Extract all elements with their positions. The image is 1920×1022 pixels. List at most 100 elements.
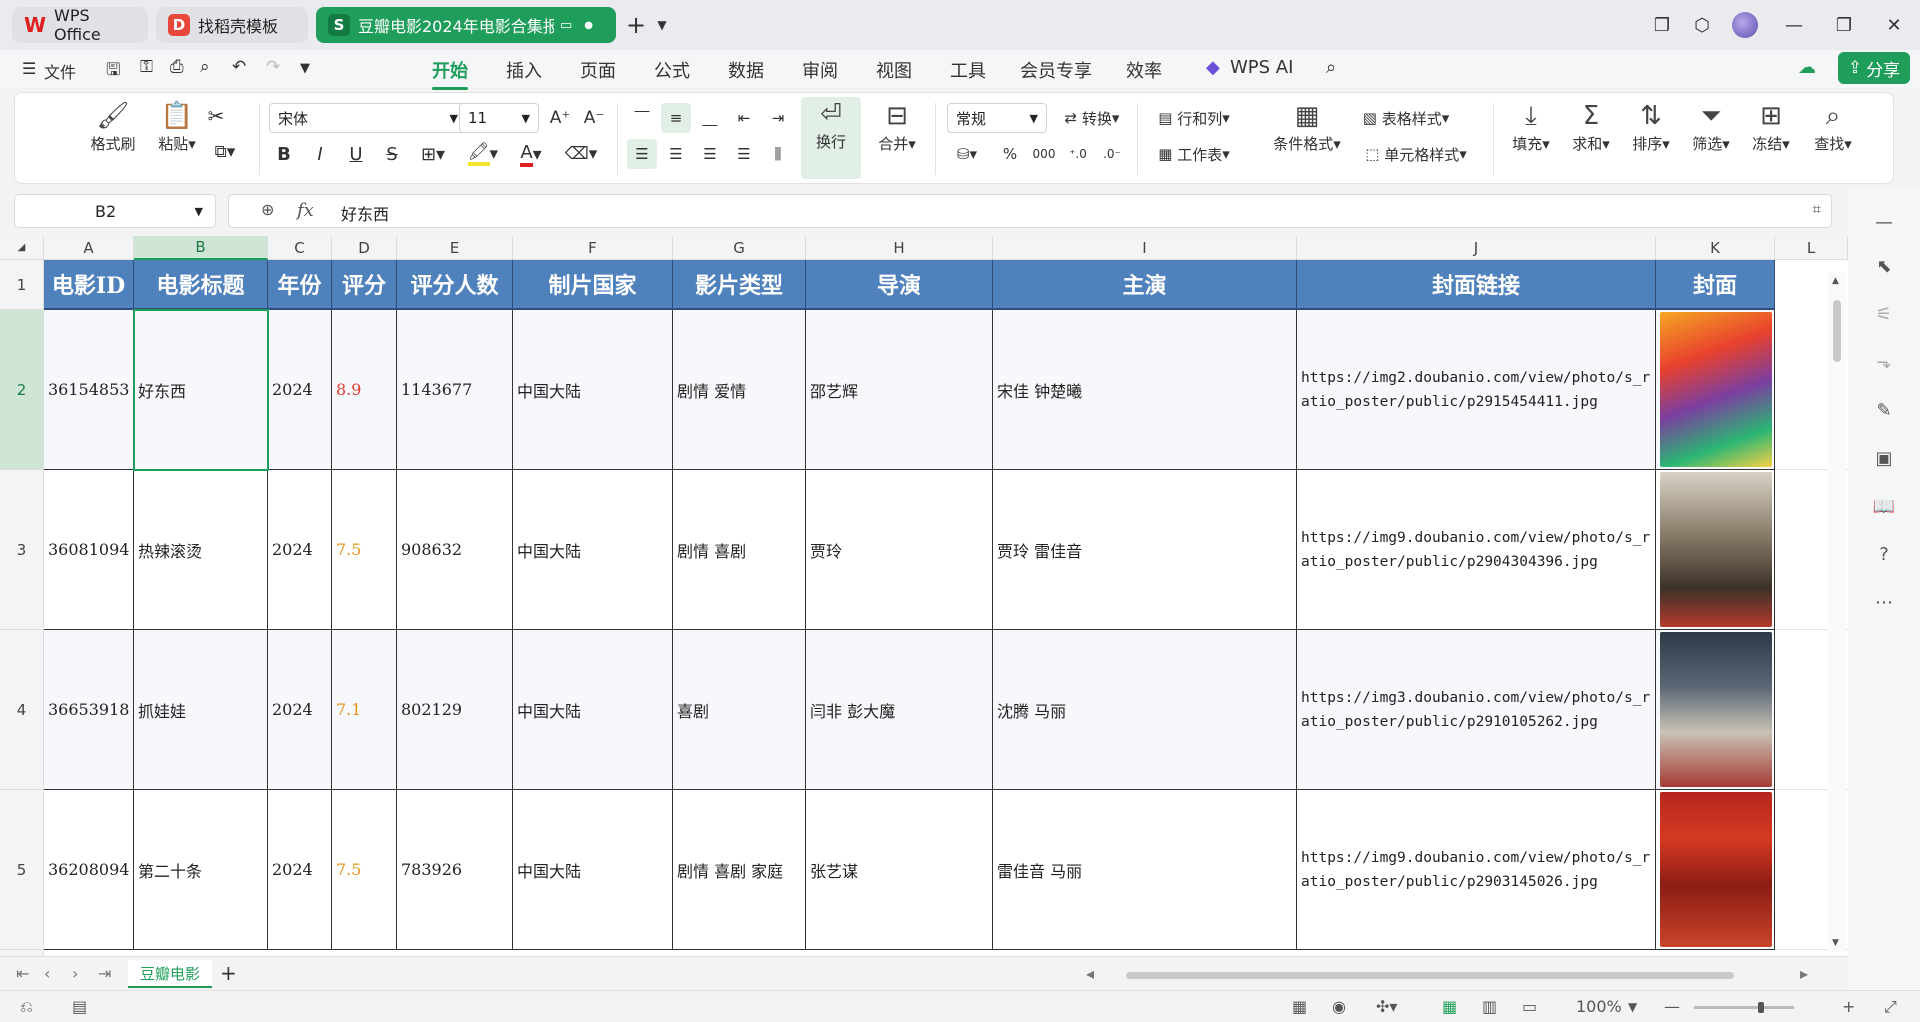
clear-format-icon[interactable]: ⌫▾ bbox=[561, 139, 601, 169]
align-middle-icon[interactable]: ≡ bbox=[661, 103, 691, 133]
spreadsheet-grid[interactable]: ◢ ABCDEFGHIJKL 12345 电影ID 电影标题 年份 评分 评分人数 制片国… bbox=[0, 236, 1848, 956]
tab-tools[interactable]: 工具 bbox=[950, 57, 986, 83]
cell-id[interactable]: 36081094 bbox=[44, 470, 134, 630]
header-cell[interactable]: 主演 bbox=[993, 260, 1297, 310]
book-icon[interactable]: 📖 bbox=[1872, 494, 1896, 518]
percent-button[interactable]: % bbox=[995, 139, 1025, 169]
cell-year[interactable]: 2024 bbox=[268, 790, 332, 950]
font-name-select[interactable]: 宋体 ▼ bbox=[269, 103, 467, 133]
cell-genre[interactable]: 剧情 喜剧 bbox=[673, 470, 806, 630]
cell-country[interactable]: 中国大陆 bbox=[513, 470, 673, 630]
cell-score[interactable]: 8.9 bbox=[332, 310, 397, 470]
cell-votes[interactable]: 783926 bbox=[397, 790, 513, 950]
cell-title[interactable]: 好东西 bbox=[134, 310, 268, 470]
cube-icon[interactable]: ⬡ bbox=[1690, 13, 1714, 37]
tab-review[interactable]: 审阅 bbox=[802, 57, 838, 83]
help-icon[interactable]: ? bbox=[1872, 542, 1896, 566]
merge-button[interactable]: ⊟ 合并▾ bbox=[867, 99, 927, 154]
cell-genre[interactable]: 喜剧 bbox=[673, 630, 806, 790]
print-preview-icon[interactable]: ⌕ bbox=[200, 57, 210, 77]
zoom-formula-icon[interactable]: ⊕ bbox=[261, 200, 274, 219]
scroll-up-icon[interactable]: ▲ bbox=[1832, 276, 1839, 286]
row-header-5[interactable]: 5 bbox=[0, 790, 44, 950]
notes-icon[interactable]: ▤ bbox=[72, 997, 87, 1016]
column-header-e[interactable]: E bbox=[397, 236, 513, 260]
convert-button[interactable]: ⇄ 转换 ▾ bbox=[1055, 103, 1129, 133]
fill-button[interactable]: ⤓ 填充▾ bbox=[1501, 99, 1561, 154]
cell-director[interactable]: 贾玲 bbox=[806, 470, 993, 630]
border-icon[interactable]: ⊞▾ bbox=[413, 139, 453, 169]
paste-button[interactable]: 📋 粘贴▾ bbox=[147, 99, 207, 154]
cell-id[interactable]: 36208094 bbox=[44, 790, 134, 950]
cell-cast[interactable]: 贾玲 雷佳音 bbox=[993, 470, 1297, 630]
cell-id[interactable]: 36154853 bbox=[44, 310, 134, 470]
window-layout-icon[interactable]: ❐ bbox=[1650, 13, 1674, 37]
column-header-b[interactable]: B bbox=[134, 236, 268, 260]
cell-votes[interactable]: 1143677 bbox=[397, 310, 513, 470]
movie-poster-image[interactable] bbox=[1660, 312, 1772, 467]
vertical-scroll-thumb[interactable] bbox=[1833, 300, 1841, 362]
justify-icon[interactable]: ☰ bbox=[729, 139, 759, 169]
fill-color-icon[interactable]: 🖍 ▾ bbox=[463, 139, 503, 169]
cell-cover[interactable] bbox=[1656, 310, 1775, 470]
cell-url[interactable]: https://img9.doubanio.com/view/photo/s_r… bbox=[1297, 790, 1656, 950]
align-right-icon[interactable]: ☰ bbox=[695, 139, 725, 169]
tab-formula[interactable]: 公式 bbox=[654, 57, 690, 83]
header-cell[interactable]: 导演 bbox=[806, 260, 993, 310]
minimize-icon[interactable]: — bbox=[1782, 13, 1806, 37]
decrease-font-icon[interactable]: A⁻ bbox=[579, 103, 609, 133]
align-left-icon[interactable]: ☰ bbox=[627, 139, 657, 169]
cell-genre[interactable]: 剧情 喜剧 家庭 bbox=[673, 790, 806, 950]
strikethrough-button[interactable]: S bbox=[377, 139, 407, 169]
name-box[interactable]: B2 ▼ bbox=[14, 194, 216, 228]
cell-url[interactable]: https://img3.doubanio.com/view/photo/s_r… bbox=[1297, 630, 1656, 790]
header-cell[interactable]: 年份 bbox=[268, 260, 332, 310]
horizontal-scroll-thumb[interactable] bbox=[1126, 972, 1734, 979]
cell-title[interactable]: 抓娃娃 bbox=[134, 630, 268, 790]
column-header-c[interactable]: C bbox=[268, 236, 332, 260]
scroll-left-icon[interactable]: ◂ bbox=[1086, 964, 1094, 983]
cell-style-button[interactable]: ⬚ 单元格样式 ▾ bbox=[1351, 139, 1481, 169]
fx-icon[interactable]: fx bbox=[297, 200, 314, 221]
scroll-right-icon[interactable]: ▸ bbox=[1800, 964, 1808, 983]
italic-button[interactable]: I bbox=[305, 139, 335, 169]
prev-sheet-icon[interactable]: ‹ bbox=[44, 964, 50, 983]
next-sheet-icon[interactable]: › bbox=[72, 964, 78, 983]
page-layout-icon[interactable]: ▥ bbox=[1482, 997, 1497, 1016]
sort-button[interactable]: ⇅ 排序▾ bbox=[1621, 99, 1681, 154]
tab-start[interactable]: 开始 bbox=[432, 57, 468, 90]
scroll-down-icon[interactable]: ▼ bbox=[1832, 938, 1839, 948]
distributed-icon[interactable]: ⫼ bbox=[763, 139, 793, 169]
column-header-a[interactable]: A bbox=[44, 236, 134, 260]
cell-score[interactable]: 7.1 bbox=[332, 630, 397, 790]
row-header-1[interactable]: 1 bbox=[0, 260, 44, 310]
chevron-down-icon[interactable]: ▼ bbox=[650, 13, 674, 37]
page-break-icon[interactable]: ▭ bbox=[1522, 997, 1537, 1016]
increase-indent-icon[interactable]: ⇥ bbox=[763, 103, 793, 133]
expand-formula-icon[interactable]: ⌗ bbox=[1813, 200, 1821, 218]
header-cell[interactable]: 封面链接 bbox=[1297, 260, 1656, 310]
align-center-icon[interactable]: ☰ bbox=[661, 139, 691, 169]
collapse-panel-icon[interactable]: — bbox=[1872, 210, 1896, 234]
cell-country[interactable]: 中国大陆 bbox=[513, 790, 673, 950]
search-icon[interactable]: ⌕ bbox=[1326, 57, 1336, 78]
cell-cast[interactable]: 宋佳 钟楚曦 bbox=[993, 310, 1297, 470]
column-header-g[interactable]: G bbox=[673, 236, 806, 260]
font-size-select[interactable]: 11 ▼ bbox=[459, 103, 539, 133]
font-color-icon[interactable]: A ▾ bbox=[511, 139, 551, 169]
tab-active-workbook[interactable]: S 豆瓣电影2024年电影合集报表 ▭ ● bbox=[316, 7, 616, 43]
tab-data[interactable]: 数据 bbox=[728, 57, 764, 83]
cell-cover[interactable] bbox=[1656, 790, 1775, 950]
select-cursor-icon[interactable]: ⬉ bbox=[1872, 254, 1896, 278]
freeze-button[interactable]: ⊞ 冻结▾ bbox=[1741, 99, 1801, 154]
align-top-icon[interactable]: ⎺ bbox=[627, 103, 657, 133]
row-col-button[interactable]: ▤ 行和列 ▾ bbox=[1149, 103, 1239, 133]
increase-font-icon[interactable]: A⁺ bbox=[545, 103, 575, 133]
eye-protection-icon[interactable]: ◉ bbox=[1332, 997, 1346, 1016]
align-bottom-icon[interactable]: ⎽ bbox=[695, 103, 725, 133]
hamburger-icon[interactable]: ☰ bbox=[22, 59, 36, 78]
sheet-tab-douban[interactable]: 豆瓣电影 bbox=[128, 960, 212, 988]
movie-poster-image[interactable] bbox=[1660, 632, 1772, 787]
row-header-3[interactable]: 3 bbox=[0, 470, 44, 630]
wrap-text-button[interactable]: ⏎ 换行 bbox=[801, 97, 861, 179]
